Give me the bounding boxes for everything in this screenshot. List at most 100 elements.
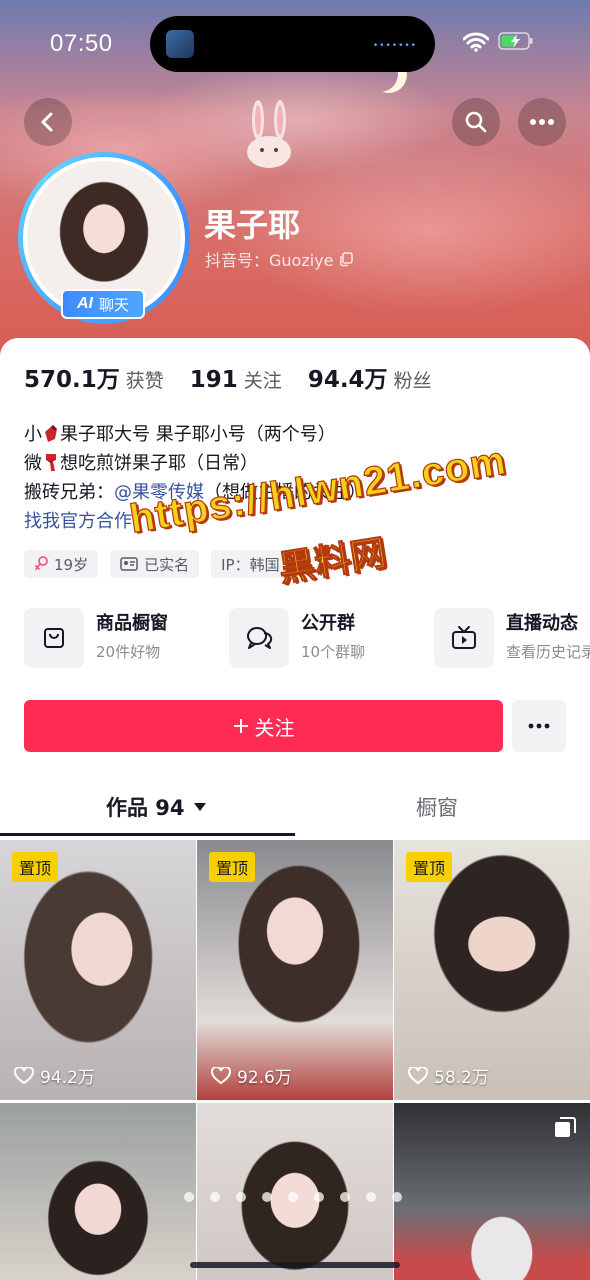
entry-shop-window-box (24, 608, 84, 668)
search-button[interactable] (452, 98, 500, 146)
bio-line-2-text: 想吃煎饼果子耶（日常） (60, 453, 258, 474)
active-tab-indicator (0, 833, 295, 836)
video-likes-count: 94.2万 (40, 1068, 95, 1088)
entry-public-group-title: 公开群 (301, 613, 355, 634)
pinned-badge: 置顶 (12, 852, 59, 882)
status-time: 07:50 (50, 30, 113, 57)
heart-icon (211, 1066, 231, 1084)
pager-dot (314, 1192, 324, 1202)
pager-dot (262, 1192, 272, 1202)
group-chat-icon (247, 627, 273, 649)
stat-likes-num: 570.1万 (24, 367, 120, 393)
video-tile[interactable]: 置顶 58.2万 (394, 840, 590, 1100)
search-icon (465, 111, 487, 133)
tab-works-label: 作品 94 (106, 796, 185, 820)
tag-age-text: 19岁 (54, 555, 89, 574)
lipstick-emoji-icon (45, 425, 57, 442)
profile-tags: 19岁 已实名 IP：韩国 (24, 550, 290, 578)
multi-image-icon (555, 1117, 576, 1137)
video-tile[interactable] (394, 1103, 590, 1280)
bio-line-2-prefix: 微 (24, 453, 42, 474)
stat-followers-label: 粉丝 (393, 370, 432, 392)
island-app-thumb-icon (166, 30, 194, 58)
stat-likes[interactable]: 570.1万 获赞 (24, 360, 164, 394)
heart-icon (14, 1066, 34, 1084)
pager-dot (288, 1192, 298, 1202)
bunny-icon (247, 100, 291, 168)
more-dots-icon (530, 119, 554, 125)
more-dots-icon (528, 723, 550, 729)
battery-charging-icon (498, 32, 533, 50)
entry-live-history[interactable]: 直播动态 查看历史记录 (434, 608, 590, 668)
follow-button-label: 关注 (254, 715, 295, 740)
more-options-button[interactable] (518, 98, 566, 146)
bio-line-1-prefix: 小 (24, 424, 42, 445)
copy-icon[interactable] (338, 251, 354, 267)
douyin-id-row[interactable]: 抖音号：Guoziye (205, 247, 354, 271)
tab-shop-window[interactable]: 橱窗 (416, 792, 458, 822)
ai-badge-text: 聊天 (98, 295, 129, 314)
video-likes-count: 58.2万 (434, 1068, 489, 1088)
image-pager-dots (184, 1192, 402, 1202)
tab-shop-window-label: 橱窗 (416, 796, 458, 820)
video-likes: 58.2万 (408, 1063, 489, 1088)
live-tv-icon (452, 626, 476, 649)
bio-line-1: 小果子耶大号 果子耶小号（两个号） (24, 420, 366, 449)
douyin-id: 抖音号：Guoziye (205, 251, 334, 270)
profile-nickname: 果子耶 (204, 206, 301, 244)
bio-line-3-prefix: 搬砖兄弟： (24, 482, 114, 503)
follow-more-button[interactable] (512, 700, 566, 752)
pager-dot (366, 1192, 376, 1202)
tab-works[interactable]: 作品 94 (106, 792, 207, 822)
video-tile[interactable] (0, 1103, 196, 1280)
video-grid: 置顶 94.2万 置顶 92.6万 置顶 58.2万 (0, 840, 590, 1280)
entry-live-history-title: 直播动态 (506, 613, 578, 634)
entry-public-group-sub: 10个群聊 (301, 643, 366, 661)
back-button[interactable] (24, 98, 72, 146)
pager-dot (210, 1192, 220, 1202)
pager-dot (392, 1192, 402, 1202)
status-bar: 07:50 ••••••• (0, 0, 590, 90)
chevron-left-icon (41, 112, 53, 132)
entry-shop-window-title: 商品橱窗 (96, 613, 168, 634)
stat-followers-num: 94.4万 (307, 367, 388, 393)
bio-line-1-text: 果子耶大号 果子耶小号（两个号） (60, 424, 336, 445)
ai-badge-ai: AI (76, 295, 93, 312)
video-likes-count: 92.6万 (237, 1068, 292, 1088)
pager-dot (236, 1192, 246, 1202)
tag-ip-text: IP：韩国 (221, 555, 280, 574)
stat-following-label: 关注 (243, 370, 282, 392)
home-indicator[interactable] (190, 1262, 400, 1268)
dynamic-island[interactable]: ••••••• (150, 16, 435, 72)
plus-icon (233, 719, 248, 733)
shopping-bag-icon (44, 628, 64, 648)
stat-likes-label: 获赞 (125, 370, 164, 392)
stat-followers[interactable]: 94.4万 粉丝 (308, 360, 432, 394)
pinned-badge: 置顶 (209, 852, 256, 882)
stat-following[interactable]: 191 关注 (190, 366, 282, 393)
pinned-badge: 置顶 (406, 852, 453, 882)
wifi-icon (463, 32, 489, 52)
entry-shop-window[interactable]: 商品橱窗 20件好物 (24, 608, 229, 668)
caret-down-icon (193, 803, 206, 811)
stats-row: 570.1万 获赞 191 关注 94.4万 粉丝 (24, 360, 458, 394)
stat-following-num: 191 (189, 367, 238, 393)
entry-public-group-text: 公开群 10个群聊 (301, 612, 365, 664)
video-tile[interactable]: 置顶 94.2万 (0, 840, 196, 1100)
entry-public-group[interactable]: 公开群 10个群聊 (229, 608, 434, 668)
island-activity-icon: ••••••• (372, 41, 417, 51)
entry-shop-window-text: 商品橱窗 20件好物 (96, 612, 168, 664)
pager-dot (340, 1192, 350, 1202)
follow-button[interactable]: 关注 (24, 700, 503, 752)
video-tile[interactable]: 置顶 92.6万 (197, 840, 393, 1100)
pager-dot (184, 1192, 194, 1202)
content-tabs: 作品 94 橱窗 (0, 778, 590, 836)
entry-live-history-text: 直播动态 查看历史记录 (506, 612, 590, 664)
tag-age: 19岁 (24, 550, 99, 578)
feature-entries: 商品橱窗 20件好物 公开群 10个群聊 直播动态 查看历史记录 (24, 608, 590, 668)
ai-chat-badge[interactable]: AI 聊天 (61, 289, 145, 319)
entry-live-history-box (434, 608, 494, 668)
video-likes: 94.2万 (14, 1063, 95, 1088)
video-likes: 92.6万 (211, 1063, 292, 1088)
heart-icon (408, 1066, 428, 1084)
